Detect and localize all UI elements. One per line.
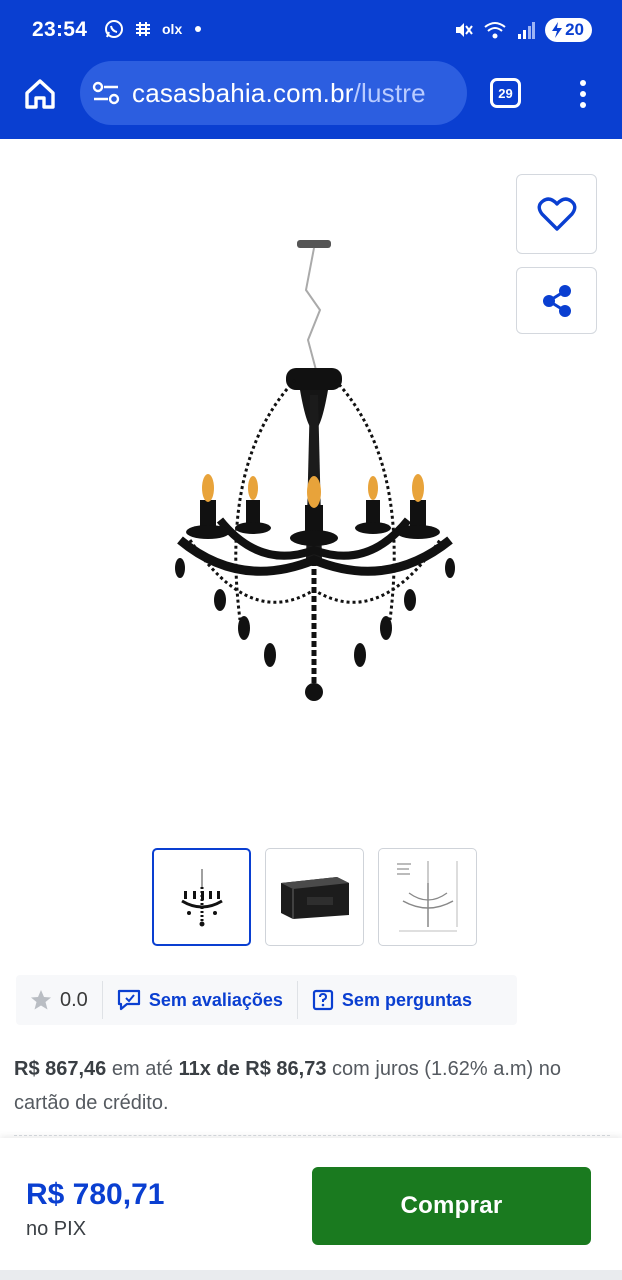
olx-icon [136, 22, 150, 36]
installment-plan: 11x de R$ 86,73 [178, 1058, 327, 1080]
wifi-icon [484, 22, 506, 39]
tabs-icon[interactable]: 29 [490, 78, 521, 108]
reviews-label: Sem avaliações [148, 989, 283, 1010]
thumbnail-chandelier-box[interactable] [265, 848, 364, 946]
address-bar[interactable]: casasbahia.com.br/lustre [80, 61, 467, 125]
browser-header: 23:54 olx 20 casasbahia.com.br/lustre 29 [0, 0, 622, 139]
section-divider [14, 1135, 610, 1136]
tab-count: 29 [498, 85, 513, 101]
rating-summary: 0.0 Sem avaliações Sem perguntas [16, 975, 517, 1025]
site-settings-icon[interactable] [92, 81, 120, 105]
rating-score-value: 0.0 [60, 988, 88, 1011]
battery-indicator: 20 [545, 18, 592, 42]
review-comment-icon [117, 989, 140, 1011]
battery-level: 20 [565, 20, 584, 39]
status-bar: 23:54 olx 20 [0, 0, 622, 60]
question-icon [312, 989, 334, 1011]
thumbnail-chandelier-photo[interactable] [152, 848, 251, 946]
signal-icon [518, 22, 536, 39]
installment-info: R$ 867,46 em até 11x de R$ 86,73 com jur… [14, 1052, 610, 1120]
pix-price: R$ 780,71 [26, 1178, 165, 1211]
system-nav-bar [0, 1270, 622, 1280]
url-domain: casasbahia.com.br [132, 78, 354, 108]
url-text[interactable]: casasbahia.com.br/lustre [132, 78, 426, 109]
chandelier-drawing [175, 240, 455, 701]
notification-dot [195, 26, 202, 32]
system-icons: 20 [453, 18, 592, 42]
notification-icons: olx [104, 19, 202, 39]
product-image[interactable] [160, 230, 470, 710]
product-box-image [280, 877, 349, 919]
chandelier-thumbnail-image [180, 869, 223, 927]
reviews-link[interactable]: Sem avaliações [103, 975, 297, 1025]
installment-total: R$ 867,46 [14, 1058, 107, 1080]
home-icon[interactable] [22, 76, 58, 112]
purchase-bar: R$ 780,71 no PIX Comprar [0, 1138, 622, 1270]
rating-score: 0.0 [16, 975, 102, 1025]
thumbnail-strip [152, 848, 477, 946]
heart-icon [537, 197, 576, 231]
olx-notification-text: olx [162, 21, 183, 37]
share-icon [542, 284, 571, 317]
more-vert-icon[interactable] [573, 77, 593, 111]
url-path: /lustre [353, 78, 426, 108]
questions-link[interactable]: Sem perguntas [298, 975, 486, 1025]
whatsapp-icon [105, 20, 123, 38]
buy-button[interactable]: Comprar [312, 1167, 591, 1245]
status-time: 23:54 [32, 18, 88, 41]
payment-method: no PIX [26, 1218, 87, 1240]
charging-icon [552, 22, 563, 38]
star-icon [31, 990, 51, 1010]
share-button[interactable] [516, 267, 597, 334]
questions-label: Sem perguntas [341, 989, 472, 1010]
dimensions-diagram-image [396, 861, 457, 932]
installment-text: em até [111, 1058, 174, 1080]
buy-button-label: Comprar [400, 1192, 503, 1219]
favorite-button[interactable] [516, 174, 597, 254]
mute-icon [456, 23, 473, 37]
thumbnail-chandelier-dimensions[interactable] [378, 848, 477, 946]
